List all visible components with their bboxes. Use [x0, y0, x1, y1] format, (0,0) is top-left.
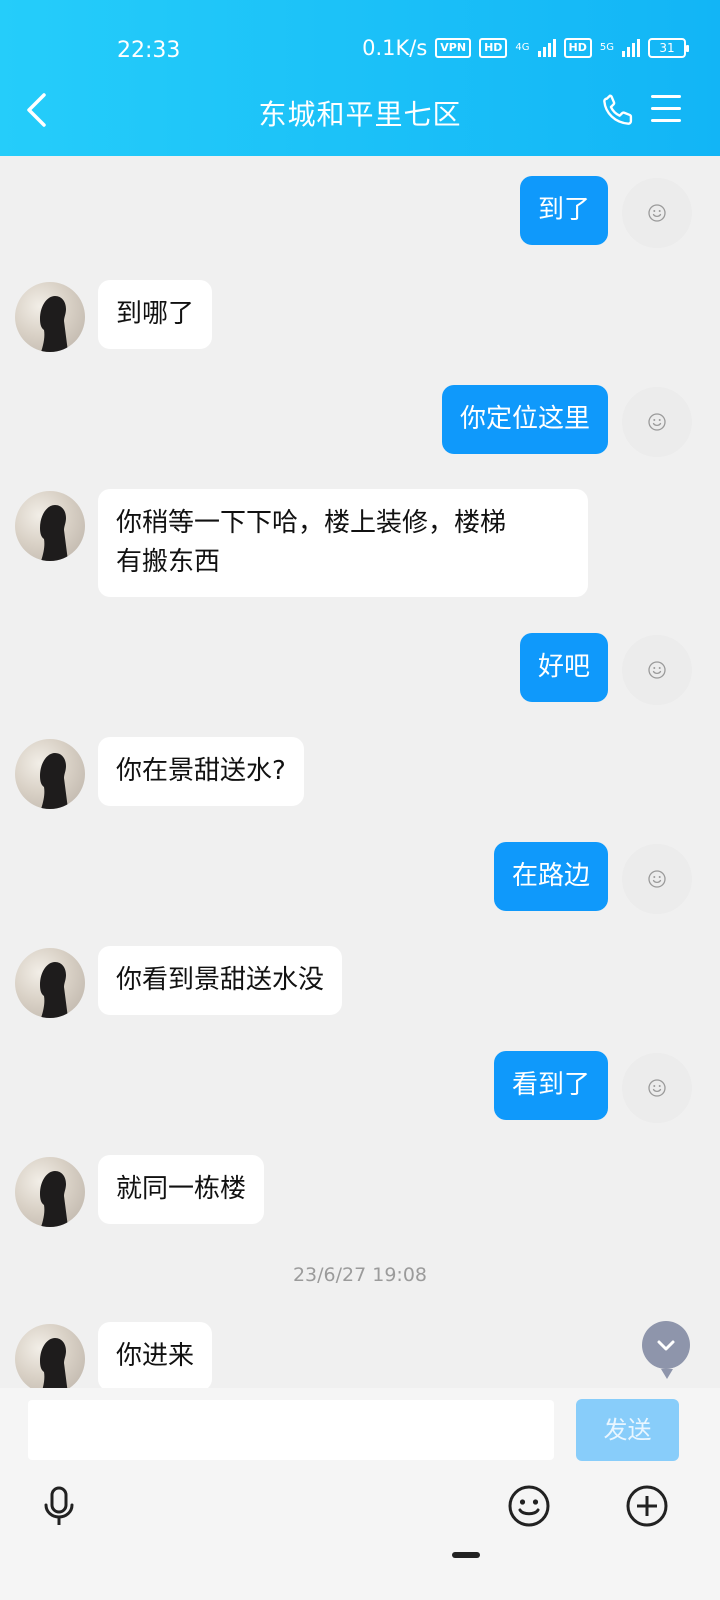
silhouette-icon: [40, 1338, 68, 1394]
phone-call-icon[interactable]: [600, 92, 636, 128]
incoming-message-bubble[interactable]: 就同一栋楼: [98, 1155, 265, 1224]
silhouette-icon: [40, 753, 68, 809]
composer-bar: 发送: [0, 1388, 720, 1600]
status-icons: 0.1K/s VPN HD 4G HD 5G 31: [362, 36, 689, 60]
smiley-icon: [648, 870, 666, 888]
incoming-message-bubble[interactable]: 你进来: [98, 1322, 213, 1391]
plus-icon[interactable]: [625, 1484, 669, 1528]
chevron-down-icon: [657, 1340, 675, 1351]
smiley-icon: [648, 661, 666, 679]
my-avatar[interactable]: [622, 1053, 692, 1123]
header-bar: 22:33 0.1K/s VPN HD 4G HD 5G 31 东城和平里七区: [0, 0, 720, 156]
chat-screen: 22:33 0.1K/s VPN HD 4G HD 5G 31 东城和平里七区 …: [0, 0, 720, 1600]
my-avatar[interactable]: [622, 387, 692, 457]
emoji-icon[interactable]: [507, 1484, 551, 1528]
incoming-message-bubble[interactable]: 你在景甜送水?: [98, 737, 304, 806]
outgoing-message-bubble[interactable]: 好吧: [519, 633, 608, 702]
outgoing-message-bubble[interactable]: 在路边: [493, 842, 608, 911]
silhouette-icon: [40, 1171, 68, 1227]
scroll-to-bottom-button[interactable]: [642, 1321, 690, 1379]
message-timestamp: 23/6/27 19:08: [292, 1264, 428, 1286]
hd-icon: HD: [563, 38, 592, 58]
home-indicator[interactable]: [452, 1552, 480, 1558]
signal-icon: [622, 39, 640, 57]
hd-icon: HD: [479, 38, 508, 58]
menu-icon[interactable]: [651, 95, 681, 125]
vpn-icon: VPN: [435, 38, 472, 58]
incoming-message-bubble[interactable]: 你稍等一下下哈，楼上装修，楼梯 有搬东西: [98, 489, 588, 597]
incoming-message-bubble[interactable]: 你看到景甜送水没: [98, 946, 343, 1015]
network-5g-label: 5G: [599, 42, 614, 53]
my-avatar[interactable]: [622, 635, 692, 705]
smiley-icon: [648, 204, 666, 222]
contact-avatar[interactable]: [15, 282, 85, 352]
smiley-icon: [648, 413, 666, 431]
message-list: 到了到哪了你定位这里你稍等一下下哈，楼上装修，楼梯 有搬东西好吧你在景甜送水? 在…: [0, 156, 720, 1394]
silhouette-icon: [40, 505, 68, 561]
my-avatar[interactable]: [622, 844, 692, 914]
contact-avatar[interactable]: [15, 948, 85, 1018]
outgoing-message-bubble[interactable]: 到了: [519, 176, 608, 245]
silhouette-icon: [40, 962, 68, 1018]
send-button[interactable]: 发送: [576, 1399, 679, 1461]
network-speed: 0.1K/s: [362, 36, 428, 60]
signal-icon: [537, 39, 556, 57]
outgoing-message-bubble[interactable]: 看到了: [493, 1051, 608, 1120]
contact-avatar[interactable]: [15, 491, 85, 561]
microphone-icon[interactable]: [37, 1484, 81, 1528]
contact-avatar[interactable]: [15, 1324, 85, 1394]
contact-avatar[interactable]: [15, 1157, 85, 1227]
status-bar: 22:33 0.1K/s VPN HD 4G HD 5G 31: [0, 28, 720, 72]
contact-avatar[interactable]: [15, 739, 85, 809]
network-4g-label: 4G: [515, 42, 530, 53]
my-avatar[interactable]: [622, 178, 692, 248]
incoming-message-bubble[interactable]: 到哪了: [98, 280, 213, 349]
status-time: 22:33: [117, 38, 181, 63]
smiley-icon: [648, 1079, 666, 1097]
silhouette-icon: [40, 296, 68, 352]
message-input[interactable]: [28, 1400, 554, 1460]
battery-icon: 31: [648, 38, 689, 58]
outgoing-message-bubble[interactable]: 你定位这里: [441, 385, 608, 454]
